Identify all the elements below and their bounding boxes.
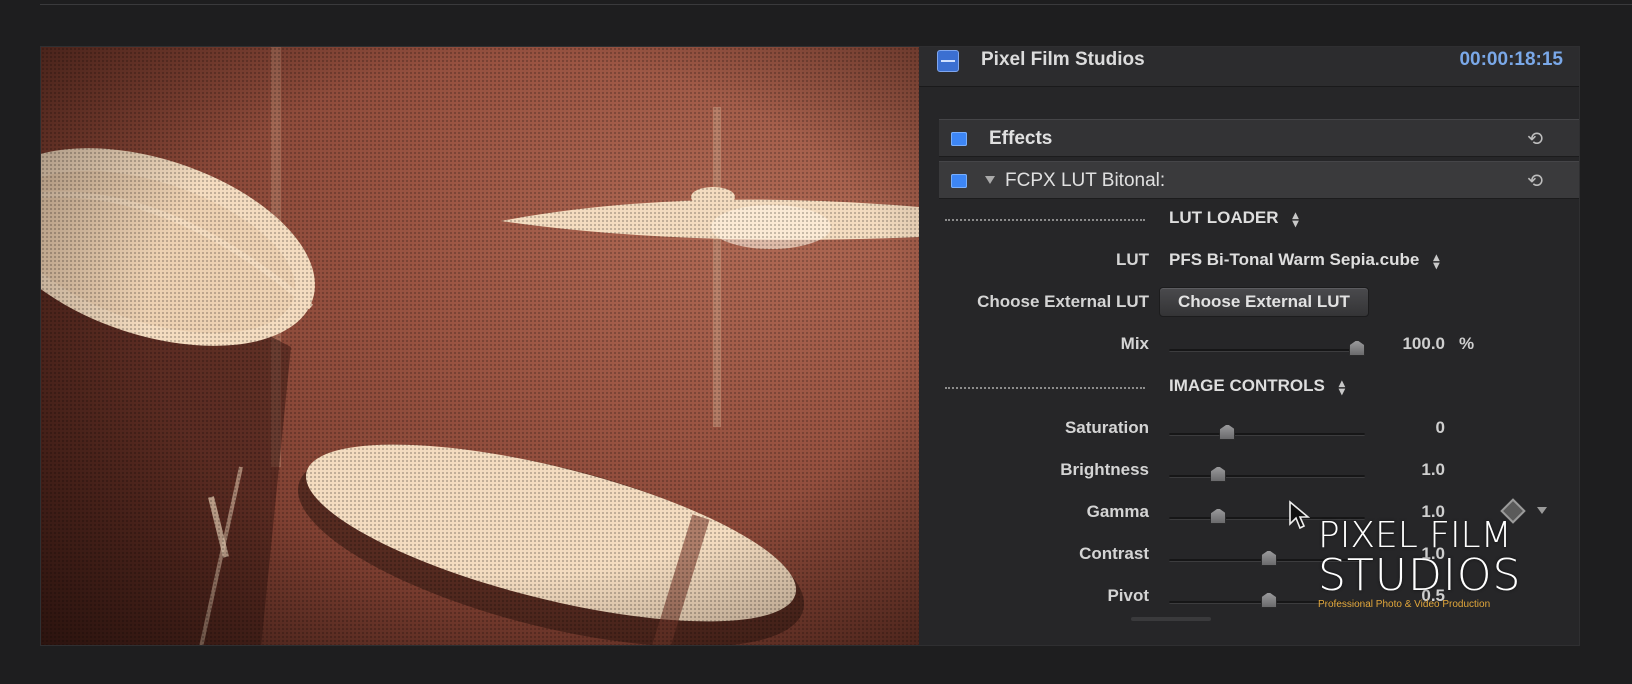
- gamma-label: Gamma: [1086, 502, 1149, 521]
- mouse-pointer-icon: [1289, 500, 1310, 530]
- slider-thumb[interactable]: [1210, 508, 1227, 524]
- external-lut-label: Choose External LUT: [977, 292, 1149, 311]
- image-controls-group-row[interactable]: IMAGE CONTROLS ▴ ▾: [939, 367, 1579, 407]
- brightness-label: Brightness: [1060, 460, 1149, 479]
- drum-kit-image: [41, 47, 919, 645]
- mix-label: Mix: [1120, 334, 1149, 353]
- mix-row: Mix 100.0 %: [939, 325, 1579, 365]
- image-controls-group-title[interactable]: IMAGE CONTROLS ▴ ▾: [1169, 375, 1345, 398]
- effects-enable-checkbox[interactable]: [951, 132, 967, 146]
- chevron-down-icon[interactable]: [1537, 507, 1547, 514]
- effect-name: FCPX LUT Bitonal:: [1005, 170, 1166, 191]
- pivot-label: Pivot: [1107, 586, 1149, 605]
- mix-unit: %: [1459, 334, 1475, 353]
- brightness-row: Brightness 1.0: [939, 451, 1579, 491]
- inspector-panel-icon[interactable]: [937, 50, 959, 72]
- choose-external-lut-button[interactable]: Choose External LUT: [1159, 287, 1369, 317]
- contrast-label: Contrast: [1079, 544, 1149, 563]
- effects-section-header[interactable]: Effects ⟲: [939, 119, 1579, 157]
- lut-loader-group-row[interactable]: LUT LOADER ▴ ▾: [939, 199, 1579, 239]
- slider-thumb[interactable]: [1349, 340, 1365, 356]
- external-lut-row: Choose External LUT Choose External LUT: [939, 283, 1579, 323]
- brand-watermark: PIXEL FILM STUDIOS Professional Photo & …: [1318, 516, 1522, 611]
- mix-slider[interactable]: [1169, 333, 1365, 357]
- top-divider: [40, 4, 1632, 5]
- lut-label: LUT: [1115, 250, 1149, 269]
- mix-value[interactable]: 100.0: [1402, 334, 1445, 354]
- inspector-header: Pixel Film Studios 00:00:18:15: [919, 47, 1579, 87]
- timecode-display: 00:00:18:15: [1459, 49, 1563, 70]
- effects-label: Effects: [989, 128, 1053, 149]
- up-down-arrows-icon: ▴ ▾: [1433, 249, 1440, 272]
- lut-row: LUT PFS Bi-Tonal Warm Sepia.cube ▴ ▾: [939, 241, 1579, 281]
- lut-popup[interactable]: PFS Bi-Tonal Warm Sepia.cube ▴ ▾: [1169, 249, 1440, 272]
- saturation-slider[interactable]: [1169, 417, 1365, 441]
- effect-header-lut-bitonal[interactable]: FCPX LUT Bitonal: ⟲: [939, 161, 1579, 199]
- video-viewer[interactable]: [41, 47, 919, 645]
- group-divider-dots: [945, 387, 1145, 389]
- brightness-value[interactable]: 1.0: [1421, 460, 1445, 480]
- scroll-indicator[interactable]: [1131, 617, 1211, 621]
- slider-thumb[interactable]: [1210, 466, 1227, 482]
- reset-arrow-icon[interactable]: ⟲: [1527, 170, 1543, 193]
- saturation-row: Saturation 0: [939, 409, 1579, 449]
- brand-tagline: Professional Photo & Video Production: [1318, 599, 1491, 610]
- saturation-label: Saturation: [1064, 418, 1149, 437]
- slider-thumb[interactable]: [1219, 424, 1236, 440]
- brand-line-2: STUDIOS: [1318, 550, 1522, 601]
- brightness-slider[interactable]: [1169, 459, 1365, 483]
- reset-arrow-icon[interactable]: ⟲: [1527, 128, 1543, 151]
- slider-thumb[interactable]: [1260, 550, 1277, 566]
- effect-enable-checkbox[interactable]: [951, 174, 967, 188]
- lut-loader-group-title[interactable]: LUT LOADER ▴ ▾: [1169, 207, 1299, 230]
- saturation-value[interactable]: 0: [1436, 418, 1445, 438]
- up-down-arrows-icon: ▴ ▾: [1292, 207, 1299, 230]
- slider-thumb[interactable]: [1260, 592, 1277, 608]
- group-divider-dots: [945, 219, 1145, 221]
- inspector-title: Pixel Film Studios: [981, 49, 1145, 70]
- up-down-arrows-icon: ▴ ▾: [1338, 375, 1345, 398]
- disclosure-triangle-icon[interactable]: [985, 176, 995, 184]
